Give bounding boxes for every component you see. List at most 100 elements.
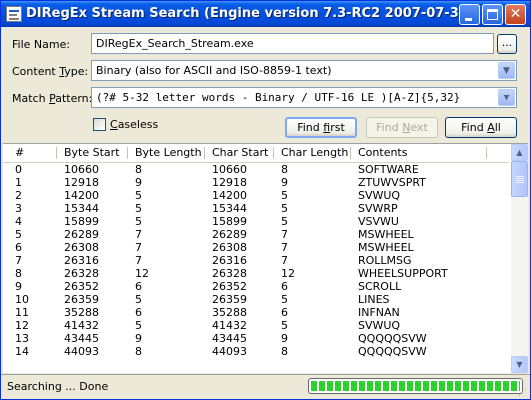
cell-char-length: 6	[281, 306, 288, 319]
table-row[interactable]: 3 15344 5 15344 5 SVWRP	[3, 202, 509, 215]
scrollbar-thumb[interactable]	[511, 161, 528, 197]
status-text: Searching ... Done	[7, 380, 109, 393]
cell-byte-start: 26328	[64, 267, 99, 280]
match-pattern-combobox[interactable]: (?# 5-32 letter words - Binary / UTF-16 …	[91, 87, 517, 108]
cell-char-length: 9	[281, 176, 288, 189]
cell-char-length: 5	[281, 189, 288, 202]
cell-char-start: 44093	[212, 345, 247, 358]
scroll-down-icon[interactable]: ▼	[511, 356, 528, 373]
cell-contents: SCROLL	[358, 280, 402, 293]
cell-byte-length: 5	[135, 319, 142, 332]
chevron-down-icon[interactable]: ▼	[498, 62, 515, 79]
table-row[interactable]: 1 12918 9 12918 9 ZTUWVSPRT	[3, 176, 509, 189]
column-header-byte-length[interactable]: Byte Length	[127, 144, 204, 162]
cell-index: 9	[15, 280, 22, 293]
cell-char-start: 26289	[212, 228, 247, 241]
cell-byte-start: 10660	[64, 163, 99, 176]
cell-contents: QQQQQSVW	[358, 332, 427, 345]
cell-char-start: 26359	[212, 293, 247, 306]
list-header: # Byte Start Byte Length Char Start Char…	[3, 144, 509, 163]
cell-char-start: 26316	[212, 254, 247, 267]
cell-byte-start: 41432	[64, 319, 99, 332]
cell-byte-length: 5	[135, 202, 142, 215]
cell-char-start: 15899	[212, 215, 247, 228]
cell-byte-length: 12	[135, 267, 149, 280]
column-header-index[interactable]: #	[7, 144, 55, 162]
cell-byte-start: 35288	[64, 306, 99, 319]
status-bar: Searching ... Done ⋰	[1, 374, 530, 399]
cell-contents: ZTUWVSPRT	[358, 176, 426, 189]
cell-char-length: 8	[281, 345, 288, 358]
cell-byte-start: 26352	[64, 280, 99, 293]
cell-byte-start: 12918	[64, 176, 99, 189]
progress-fill	[311, 381, 520, 391]
cell-index: 6	[15, 241, 22, 254]
browse-button[interactable]: ...	[497, 34, 517, 54]
cell-contents: SOFTWARE	[358, 163, 419, 176]
cell-byte-length: 9	[135, 332, 142, 345]
table-row[interactable]: 6 26308 7 26308 7 MSWHEEL	[3, 241, 509, 254]
find-all-button[interactable]: Find All	[445, 117, 517, 138]
column-header-char-length[interactable]: Char Length	[273, 144, 350, 162]
cell-char-start: 26352	[212, 280, 247, 293]
close-button[interactable]: ✕	[505, 4, 526, 25]
maximize-icon	[487, 9, 498, 20]
cell-contents: QQQQQSVW	[358, 345, 427, 358]
cell-char-start: 15344	[212, 202, 247, 215]
cell-char-start: 26328	[212, 267, 247, 280]
table-row[interactable]: 8 26328 12 26328 12 WHEELSUPPORT	[3, 267, 509, 280]
cell-byte-start: 14200	[64, 189, 99, 202]
cell-byte-length: 7	[135, 228, 142, 241]
chevron-down-icon[interactable]: ▼	[498, 89, 515, 106]
column-header-contents[interactable]: Contents	[350, 144, 486, 162]
cell-char-length: 5	[281, 293, 288, 306]
table-row[interactable]: 14 44093 8 44093 8 QQQQQSVW	[3, 345, 509, 358]
browse-button-label: ...	[501, 36, 513, 49]
table-row[interactable]: 2 14200 5 14200 5 SVWUQ	[3, 189, 509, 202]
main-window: DIRegEx Stream Search (Engine version 7.…	[0, 0, 531, 400]
resize-grip-icon[interactable]: ⋰	[518, 388, 529, 399]
table-row[interactable]: 5 26289 7 26289 7 MSWHEEL	[3, 228, 509, 241]
cell-byte-start: 44093	[64, 345, 99, 358]
app-icon[interactable]	[6, 6, 22, 22]
table-row[interactable]: 10 26359 5 26359 5 LINES	[3, 293, 509, 306]
table-row[interactable]: 4 15899 5 15899 5 VSVWU	[3, 215, 509, 228]
column-header-char-start[interactable]: Char Start	[204, 144, 273, 162]
file-name-label: File Name:	[12, 38, 71, 51]
content-type-select[interactable]: Binary (also for ASCII and ISO-8859-1 te…	[91, 60, 517, 81]
table-row[interactable]: 7 26316 7 26316 7 ROLLMSG	[3, 254, 509, 267]
cell-index: 13	[15, 332, 29, 345]
cell-index: 4	[15, 215, 22, 228]
find-next-button[interactable]: Find Next	[366, 117, 438, 138]
cell-char-length: 5	[281, 215, 288, 228]
cell-byte-length: 7	[135, 254, 142, 267]
table-row[interactable]: 13 43445 9 43445 9 QQQQQSVW	[3, 332, 509, 345]
cell-index: 7	[15, 254, 22, 267]
find-first-button[interactable]: Find first	[285, 117, 357, 138]
table-row[interactable]: 12 41432 5 41432 5 SVWUQ	[3, 319, 509, 332]
cell-index: 3	[15, 202, 22, 215]
table-row[interactable]: 11 35288 6 35288 6 INFNAN	[3, 306, 509, 319]
content-type-value: Binary (also for ASCII and ISO-8859-1 te…	[96, 64, 332, 77]
maximize-button[interactable]	[482, 4, 503, 25]
caseless-checkbox[interactable]	[93, 118, 106, 131]
file-name-field[interactable]: DIRegEx_Search_Stream.exe	[91, 33, 494, 54]
cell-char-start: 35288	[212, 306, 247, 319]
results-rows: 0 10660 8 10660 8 SOFTWARE 1 12918 9 12918 9 ZTUWVS…	[3, 163, 509, 358]
cell-index: 5	[15, 228, 22, 241]
cell-char-length: 7	[281, 241, 288, 254]
cell-contents: MSWHEEL	[358, 241, 414, 254]
match-pattern-value: (?# 5-32 letter words - Binary / UTF-16 …	[96, 91, 461, 104]
minimize-button[interactable]	[459, 4, 480, 25]
table-row[interactable]: 9 26352 6 26352 6 SCROLL	[3, 280, 509, 293]
results-list[interactable]: # Byte Start Byte Length Char Start Char…	[3, 143, 528, 373]
content-type-label: Content Type:	[12, 65, 89, 78]
cell-byte-length: 6	[135, 306, 142, 319]
vertical-scrollbar[interactable]: ▲ ▼	[511, 144, 528, 373]
cell-char-length: 7	[281, 254, 288, 267]
caseless-label[interactable]: Caseless	[110, 118, 158, 131]
scroll-up-icon[interactable]: ▲	[511, 144, 528, 161]
column-header-byte-start[interactable]: Byte Start	[56, 144, 127, 162]
title-bar[interactable]: DIRegEx Stream Search (Engine version 7.…	[1, 1, 530, 27]
table-row[interactable]: 0 10660 8 10660 8 SOFTWARE	[3, 163, 509, 176]
